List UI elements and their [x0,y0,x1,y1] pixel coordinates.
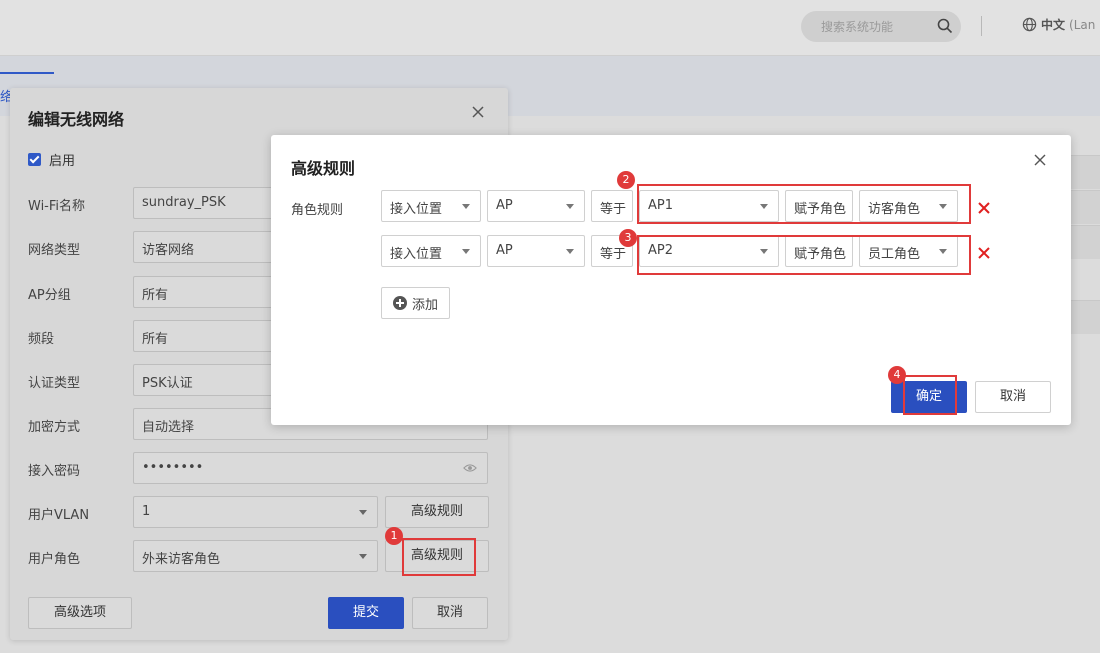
chevron-down-icon [760,249,768,254]
rule-access-value: 接入位置 [390,202,443,217]
annotation-badge-1: 1 [385,527,403,545]
chevron-down-icon [566,249,574,254]
search-box[interactable]: 搜索系统功能 [801,11,961,42]
delete-rule-icon[interactable] [978,247,990,259]
language-label: 中文 [1041,18,1066,32]
chevron-down-icon [939,249,947,254]
language-switcher[interactable]: 中文 (Lan [1022,16,1095,33]
enable-label: 启用 [49,154,76,169]
user-role-label: 用户角色 [28,552,81,567]
rule-role-select[interactable]: 员工角色 [859,235,958,267]
chevron-down-icon [359,554,367,559]
submit-button[interactable]: 提交 [328,597,404,629]
close-icon[interactable] [470,104,486,120]
chevron-down-icon [939,204,947,209]
chevron-down-icon [760,204,768,209]
plus-icon [392,296,407,310]
active-tab-indicator [0,72,54,74]
enable-checkbox-row[interactable]: 启用 [28,150,75,169]
language-label-extra: (Lan [1069,17,1096,32]
rule-target-value: AP2 [648,243,674,258]
eye-icon[interactable] [463,462,477,474]
rule-type-select[interactable]: AP [487,235,585,267]
chevron-down-icon [462,249,470,254]
network-type-label: 网络类型 [28,243,81,258]
adv-cancel-button[interactable]: 取消 [975,381,1051,413]
dialog-title: 编辑无线网络 [28,110,125,129]
rule-role-select[interactable]: 访客角色 [859,190,958,222]
chevron-down-icon [359,510,367,515]
dialog-title: 高级规则 [291,159,356,178]
annotation-badge-4: 4 [888,366,906,384]
rule-assign-label: 赋予角色 [785,235,853,267]
globe-icon [1022,17,1037,32]
rule-access-value: 接入位置 [390,247,443,262]
add-rule-label: 添加 [411,297,438,313]
password-value: •••••••• [142,460,204,475]
annotation-badge-2: 2 [617,171,635,189]
role-rule-label: 角色规则 [291,203,344,218]
band-label: 频段 [28,332,55,347]
delete-rule-icon[interactable] [978,202,990,214]
cancel-button[interactable]: 取消 [412,597,488,629]
rule-role-value: 访客角色 [868,202,921,217]
search-icon[interactable] [937,18,953,34]
rule-role-value: 员工角色 [868,247,921,262]
advanced-options-button[interactable]: 高级选项 [28,597,132,629]
rule-target-select[interactable]: AP2 [639,235,779,267]
user-vlan-label: 用户VLAN [28,508,90,523]
password-label: 接入密码 [28,464,81,479]
chevron-down-icon [566,204,574,209]
vlan-advanced-rules-button[interactable]: 高级规则 [385,496,489,528]
user-vlan-value: 1 [142,504,151,519]
rule-type-value: AP [496,243,513,258]
rule-target-value: AP1 [648,198,674,213]
user-vlan-select[interactable]: 1 [133,496,378,528]
encryption-label: 加密方式 [28,420,81,435]
rule-assign-label: 赋予角色 [785,190,853,222]
enable-checkbox[interactable] [28,153,41,166]
rule-type-value: AP [496,198,513,213]
confirm-button[interactable]: 确定 [891,381,967,413]
password-input[interactable]: •••••••• [133,452,488,484]
chevron-down-icon [462,204,470,209]
rule-access-select[interactable]: 接入位置 [381,190,481,222]
search-placeholder: 搜索系统功能 [821,20,894,34]
wifi-name-label: Wi-Fi名称 [28,199,86,214]
ap-group-label: AP分组 [28,288,71,303]
header-divider [981,16,982,36]
rule-access-select[interactable]: 接入位置 [381,235,481,267]
rule-operator: 等于 [591,190,633,222]
annotation-badge-3: 3 [619,229,637,247]
advanced-rules-dialog: 高级规则 角色规则 接入位置 AP 等于 AP1 赋予角色 访客角色 接入位置 … [271,135,1071,425]
close-icon[interactable] [1033,153,1047,167]
password-row: 接入密码 •••••••• [28,452,498,484]
user-role-select[interactable]: 外来访客角色 [133,540,378,572]
add-rule-button[interactable]: 添加 [381,287,450,319]
auth-type-label: 认证类型 [28,376,81,391]
rule-target-select[interactable]: AP1 [639,190,779,222]
user-role-row: 用户角色 外来访客角色 高级规则 [28,540,498,572]
user-role-value: 外来访客角色 [142,552,221,567]
top-bar: 搜索系统功能 中文 (Lan [0,0,1100,56]
rule-type-select[interactable]: AP [487,190,585,222]
user-vlan-row: 用户VLAN 1 高级规则 [28,496,498,528]
role-advanced-rules-button[interactable]: 高级规则 [385,540,489,572]
